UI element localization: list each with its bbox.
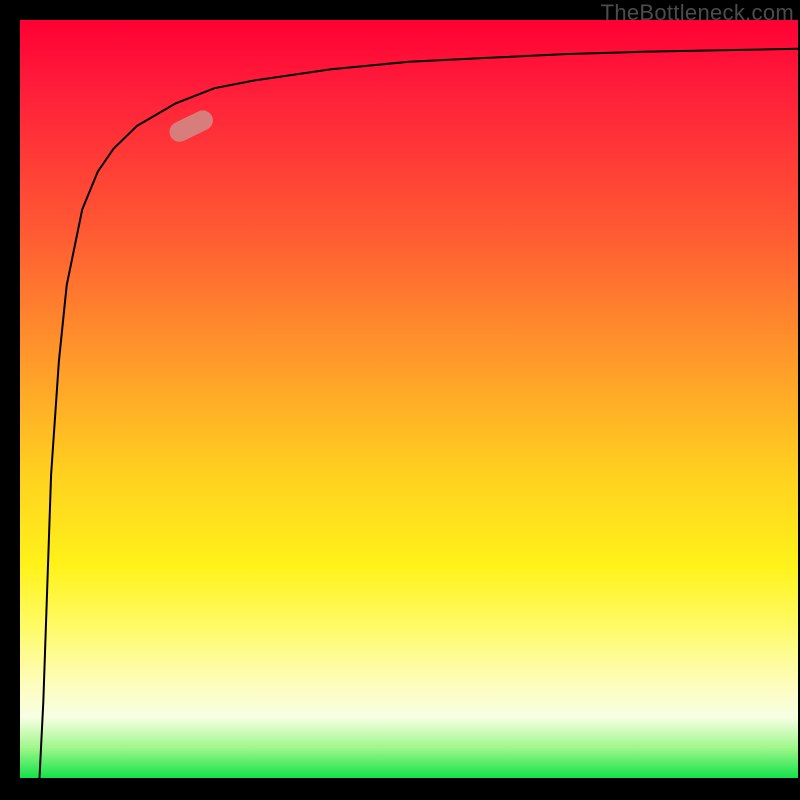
plot-frame: TheBottleneck.com — [0, 0, 800, 800]
watermark-text: TheBottleneck.com — [601, 0, 794, 26]
plot-gradient-area — [20, 20, 798, 778]
